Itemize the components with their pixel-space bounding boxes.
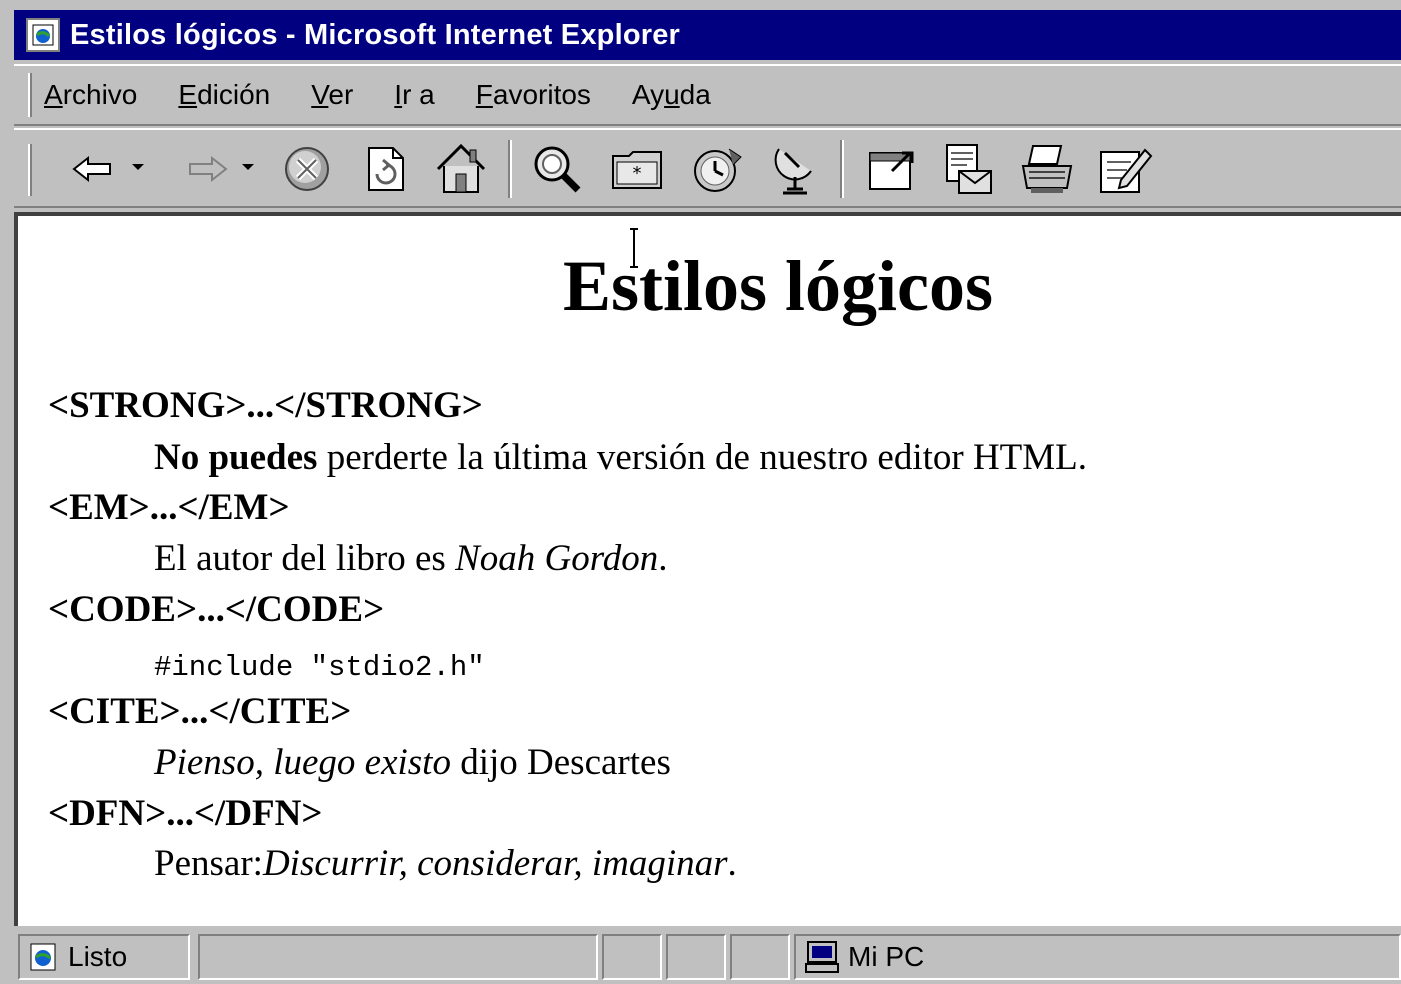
status-bar: Listo Mi PC <box>14 930 1401 984</box>
toolbar-separator <box>508 140 512 198</box>
zone-panel: Mi PC <box>794 934 1401 980</box>
print-button[interactable] <box>1016 138 1078 200</box>
menu-ver[interactable]: Ver <box>311 79 353 111</box>
menu-bar: Archivo Edición Ver Ir a Favoritos Ayuda <box>14 64 1401 126</box>
em-example: El autor del libro es Noah Gordon. <box>154 535 668 583</box>
standard-toolbar: * <box>14 128 1401 208</box>
fullscreen-button[interactable] <box>860 138 922 200</box>
dfn-example: Pensar:Discurrir, considerar, imaginar. <box>154 840 737 888</box>
forward-button[interactable] <box>176 138 238 200</box>
dfn-text: Discurrir, considerar, imaginar <box>262 843 728 884</box>
menu-archivo[interactable]: Archivo <box>44 79 137 111</box>
edit-icon <box>1100 148 1153 193</box>
status-text: Listo <box>68 941 128 972</box>
strong-text: No puedes <box>154 437 318 478</box>
menu-ir-a[interactable]: Ir a <box>394 79 434 111</box>
history-button[interactable] <box>686 138 748 200</box>
menubar-grip[interactable] <box>28 73 32 117</box>
menu-ayuda[interactable]: Ayuda <box>632 79 711 111</box>
search-icon <box>534 146 581 193</box>
zone-label: Mi PC <box>848 941 925 972</box>
title-bar[interactable]: Estilos lógicos - Microsoft Internet Exp… <box>14 10 1401 60</box>
strong-tag-label: <STRONG>...</STRONG> <box>48 385 483 426</box>
edit-button[interactable] <box>1094 138 1156 200</box>
dfn-tag-label: <DFN>...</DFN> <box>48 793 323 834</box>
status-panel-b <box>666 934 726 980</box>
channels-button[interactable] <box>764 138 826 200</box>
history-icon <box>694 148 742 192</box>
em-text: Noah Gordon <box>455 538 659 579</box>
channels-icon <box>774 148 812 195</box>
status-panel-c <box>730 934 790 980</box>
mail-icon <box>946 144 992 194</box>
em-tail: . <box>658 538 668 579</box>
status-text-panel: Listo <box>18 934 190 980</box>
forward-dropdown[interactable] <box>242 164 254 170</box>
status-panel-a <box>602 934 662 980</box>
forward-icon <box>189 155 228 183</box>
progress-panel <box>198 934 598 980</box>
dfn-tail: . <box>727 843 737 884</box>
ibeam-cursor-icon <box>630 228 638 268</box>
back-button[interactable] <box>62 138 124 200</box>
favorites-icon: * <box>612 151 662 189</box>
page-status-icon <box>30 943 56 971</box>
home-icon <box>436 143 486 193</box>
svg-text:*: * <box>633 163 642 184</box>
fullscreen-icon <box>869 151 914 190</box>
refresh-icon <box>368 147 404 191</box>
page-heading: Estilos lógicos <box>562 246 994 326</box>
strong-example: No puedes perderte la última versión de … <box>154 434 1087 482</box>
search-button[interactable] <box>526 138 588 200</box>
mail-button[interactable] <box>938 138 1000 200</box>
cite-example: Pienso, luego existo dijo Descartes <box>154 739 671 787</box>
back-icon <box>72 155 111 183</box>
ie-page-icon <box>26 18 60 52</box>
menu-edicion[interactable]: Edición <box>178 79 270 111</box>
stop-button[interactable] <box>276 138 338 200</box>
back-dropdown[interactable] <box>132 164 144 170</box>
cite-text: Pienso, luego existo <box>154 742 451 783</box>
toolbar-separator-2 <box>840 140 844 198</box>
browser-window: Estilos lógicos - Microsoft Internet Exp… <box>0 0 1401 984</box>
code-tag-label: <CODE>...</CODE> <box>48 589 385 630</box>
em-tag-label: <EM>...</EM> <box>48 487 290 528</box>
print-icon <box>1021 145 1073 193</box>
toolbar-grip[interactable] <box>28 144 32 196</box>
dfn-lead: Pensar: <box>154 843 263 884</box>
stop-icon <box>285 147 329 191</box>
code-example: #include "stdio2.h" <box>154 640 485 692</box>
strong-rest: perderte la última versión de nuestro ed… <box>317 437 1088 478</box>
em-lead: El autor del libro es <box>154 538 456 579</box>
my-computer-icon <box>805 941 839 973</box>
cite-tag-label: <CITE>...</CITE> <box>48 691 352 732</box>
code-text: #include "stdio2.h" <box>154 651 485 684</box>
menu-favoritos[interactable]: Favoritos <box>476 79 591 111</box>
refresh-button[interactable] <box>354 138 416 200</box>
page-content[interactable]: Estilos lógicos <STRONG>...</STRONG> No … <box>14 212 1401 926</box>
cite-rest: dijo Descartes <box>450 742 671 783</box>
favorites-button[interactable]: * <box>606 138 668 200</box>
window-title: Estilos lógicos - Microsoft Internet Exp… <box>70 18 681 51</box>
home-button[interactable] <box>430 138 492 200</box>
